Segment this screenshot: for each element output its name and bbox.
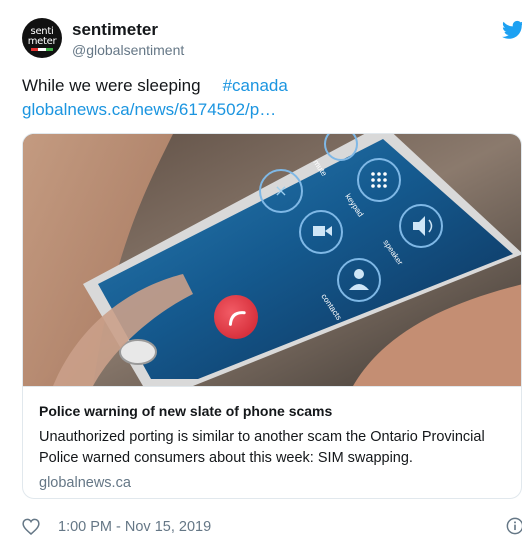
author-name[interactable]: sentimeter [72, 20, 158, 40]
link-card[interactable]: mute × keypad speaker contacts Police wa… [22, 133, 522, 499]
card-description: Unauthorized porting is similar to anoth… [39, 429, 485, 466]
card-title[interactable]: Police warning of new slate of phone sca… [39, 403, 332, 419]
tweet-footer: 1:00 PM - Nov 15, 2019 [22, 517, 522, 539]
avatar-text-line2: meter [27, 36, 57, 47]
heart-icon[interactable] [22, 518, 40, 535]
tweet-body: While we were sleeping [22, 76, 201, 95]
twitter-bird-icon[interactable] [502, 20, 522, 40]
card-domain[interactable]: globalnews.ca [39, 475, 131, 491]
card-image[interactable]: mute × keypad speaker contacts [23, 134, 522, 386]
article-link[interactable]: globalnews.ca/news/6174502/p… [22, 100, 276, 120]
avatar[interactable]: senti meter [22, 18, 62, 58]
author-handle[interactable]: @globalsentiment [72, 42, 184, 58]
hashtag-link[interactable]: #canada [223, 76, 288, 95]
avatar-color-bar [31, 48, 53, 51]
info-icon[interactable] [506, 517, 522, 535]
tweet-text: While we were sleeping #canada [22, 76, 288, 96]
tweet-timestamp[interactable]: 1:00 PM - Nov 15, 2019 [58, 519, 211, 535]
svg-text:×: × [274, 181, 287, 200]
card-body[interactable]: Police warning of new slate of phone sca… [23, 386, 521, 498]
